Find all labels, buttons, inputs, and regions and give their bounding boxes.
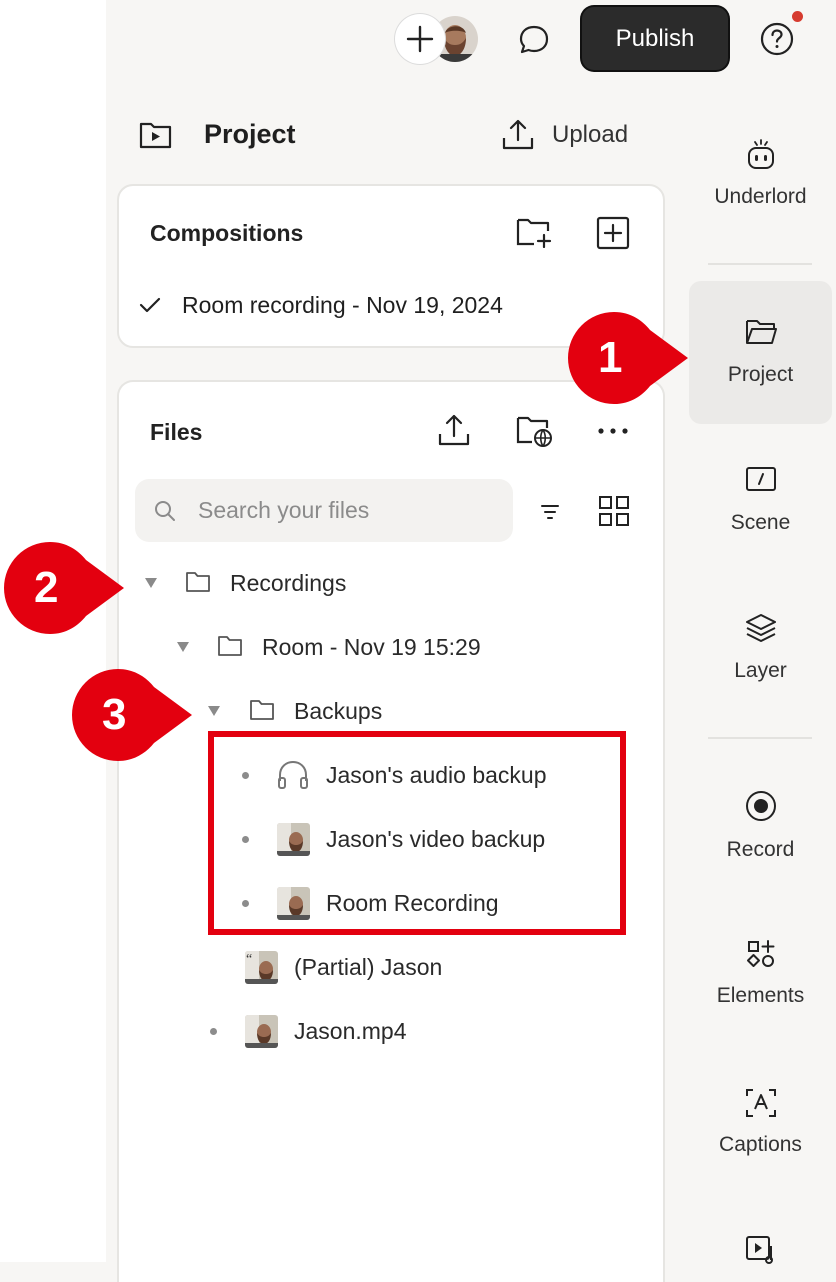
- rail-label: Captions: [719, 1133, 802, 1156]
- web-folder-icon[interactable]: [516, 414, 554, 448]
- media-icon: [744, 1234, 778, 1269]
- rail-record[interactable]: Record: [689, 789, 832, 862]
- rail-label: Project: [727, 363, 794, 386]
- callout-number: 3: [102, 690, 127, 739]
- tree-item-recordings[interactable]: Recordings: [230, 570, 346, 597]
- callout-marker: [0, 538, 130, 643]
- composition-item[interactable]: Room recording - Nov 19, 2024: [182, 292, 503, 319]
- highlight-box: [208, 731, 626, 935]
- more-options-icon[interactable]: [596, 426, 630, 436]
- comment-button[interactable]: [512, 18, 556, 62]
- notification-dot: [792, 11, 803, 22]
- rail-underlord[interactable]: Underlord: [689, 138, 832, 209]
- grid-view-icon[interactable]: [598, 495, 630, 527]
- rail-media[interactable]: [689, 1234, 832, 1269]
- rail-captions[interactable]: Captions: [689, 1088, 832, 1157]
- filter-icon[interactable]: [540, 503, 560, 521]
- svg-text:“: “: [246, 952, 252, 967]
- elements-icon: [746, 939, 776, 974]
- caret-down-icon[interactable]: [207, 705, 221, 717]
- tree-item-partial-jason[interactable]: (Partial) Jason: [294, 954, 442, 981]
- upload-button[interactable]: Upload: [552, 121, 628, 149]
- upload-file-icon[interactable]: [437, 412, 471, 448]
- rail-label: Layer: [734, 659, 787, 682]
- new-folder-icon[interactable]: [516, 216, 552, 248]
- search-placeholder: Search your files: [198, 497, 370, 523]
- caret-down-icon[interactable]: [176, 641, 190, 653]
- rail-layer[interactable]: Layer: [689, 612, 832, 683]
- caret-down-icon[interactable]: [144, 577, 158, 589]
- comment-icon: [519, 25, 549, 54]
- folder-open-icon: [744, 318, 778, 351]
- rail-project[interactable]: Project: [689, 318, 832, 387]
- layers-icon: [744, 612, 778, 649]
- callout-marker: [68, 665, 196, 770]
- rail-scene[interactable]: Scene: [689, 466, 832, 535]
- rail-label: Underlord: [714, 185, 807, 208]
- checkmark-icon: [139, 296, 161, 314]
- folder-icon: [249, 699, 275, 721]
- rail-elements[interactable]: Elements: [689, 939, 832, 1008]
- tree-item-backups[interactable]: Backups: [294, 698, 382, 725]
- scene-icon: [745, 466, 777, 499]
- search-icon: [153, 499, 177, 523]
- callout-number: 2: [34, 563, 59, 612]
- files-title: Files: [150, 419, 203, 445]
- add-composition-icon[interactable]: [596, 216, 630, 250]
- upload-icon[interactable]: [500, 116, 536, 152]
- page-title: Project: [204, 119, 296, 149]
- tree-item-jason-mp4[interactable]: Jason.mp4: [294, 1018, 407, 1045]
- video-thumbnail: [245, 1015, 278, 1048]
- folder-icon: [185, 571, 211, 593]
- callout-number: 1: [598, 333, 623, 382]
- rail-label: Record: [726, 838, 795, 861]
- tree-item-room[interactable]: Room - Nov 19 15:29: [262, 634, 481, 661]
- divider: [708, 263, 812, 265]
- rail-label: Scene: [730, 511, 791, 534]
- plus-icon: [406, 25, 434, 53]
- captions-icon: [745, 1088, 777, 1123]
- folder-icon: [217, 635, 243, 657]
- divider: [708, 737, 812, 739]
- add-collaborator-button[interactable]: [395, 14, 445, 64]
- help-button[interactable]: [756, 18, 798, 60]
- bullet: [210, 1028, 217, 1035]
- help-icon: [760, 22, 794, 56]
- compositions-title: Compositions: [150, 220, 304, 246]
- record-icon: [744, 789, 778, 828]
- project-media-icon: [139, 118, 173, 150]
- callout-marker: [564, 308, 690, 413]
- rail-label: Elements: [716, 984, 805, 1007]
- transcript-thumbnail: “: [245, 951, 278, 984]
- robot-icon: [744, 138, 778, 177]
- publish-button[interactable]: Publish: [582, 7, 728, 70]
